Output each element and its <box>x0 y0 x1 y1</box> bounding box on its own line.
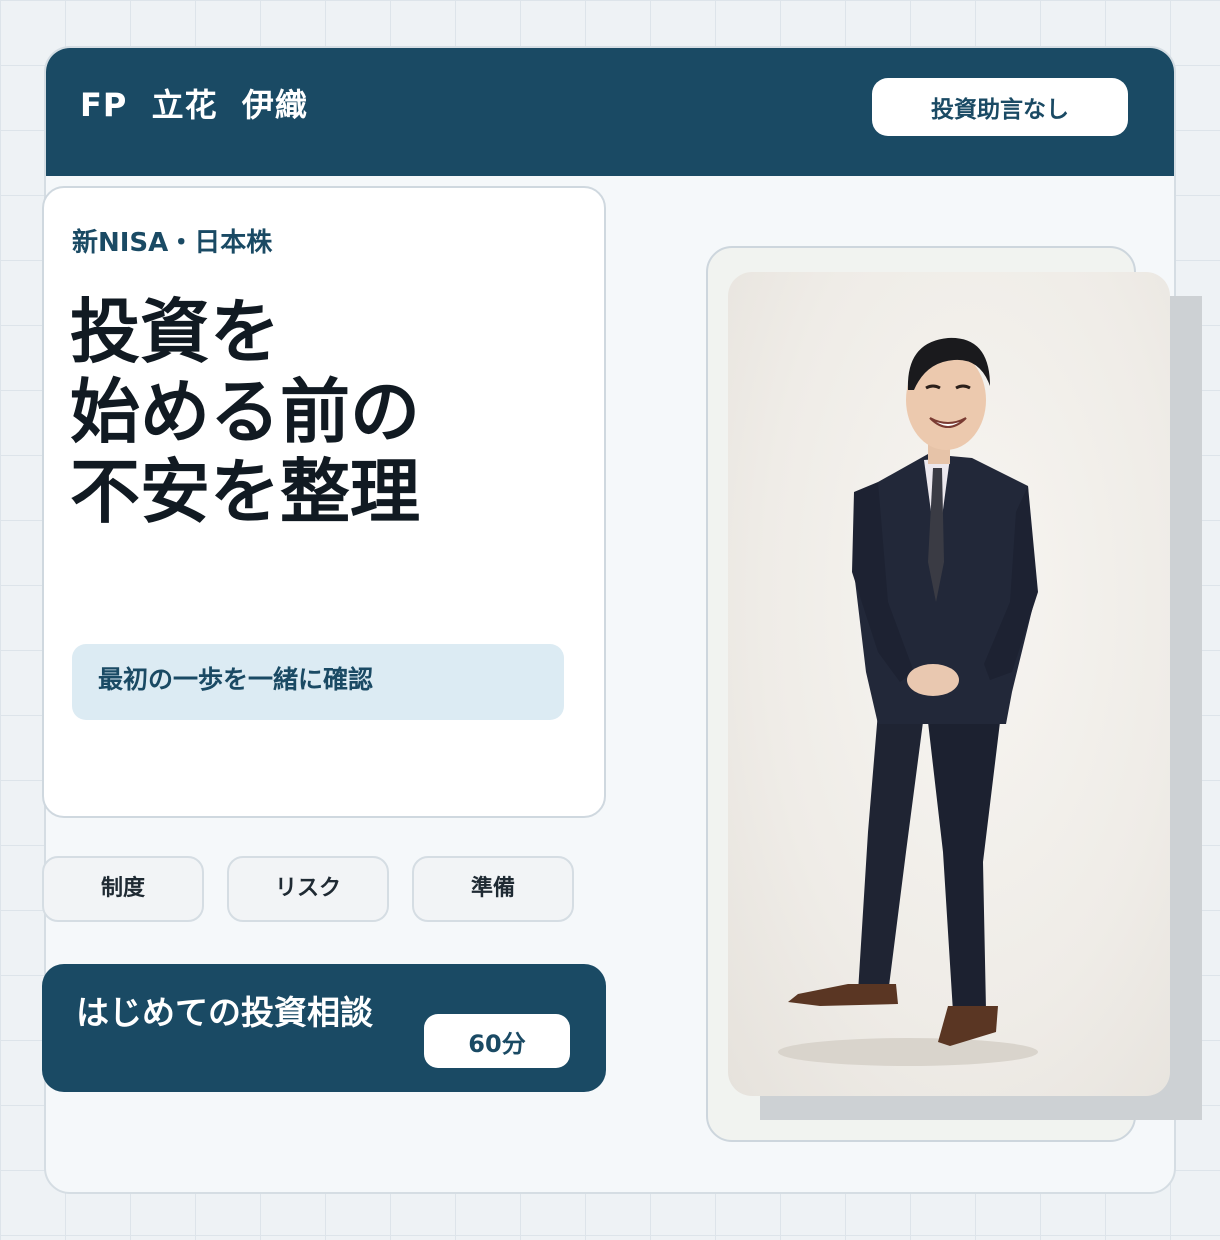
tag-risk[interactable]: リスク <box>227 856 389 922</box>
hero-title-line: 始める前の <box>70 371 420 453</box>
header-bar: FP 立花 伊織 投資助言なし <box>46 48 1174 176</box>
hero-title-line: 不安を整理 <box>70 451 420 533</box>
tag-system[interactable]: 制度 <box>42 856 204 922</box>
no-advice-badge: 投資助言なし <box>872 78 1128 136</box>
advisor-figure <box>778 337 1038 1066</box>
hero-panel: 新NISA・日本株 投資を 始める前の 不安を整理 最初の一歩を一緒に確認 <box>42 186 606 818</box>
hero-title-line: 投資を <box>70 291 280 373</box>
consultation-label: はじめての投資相談 <box>76 993 373 1032</box>
tag-preparation[interactable]: 準備 <box>412 856 574 922</box>
consultation-cta[interactable]: はじめての投資相談 60分 <box>42 964 606 1092</box>
topic-kicker: 新NISA・日本株 <box>72 228 273 258</box>
advisor-name: FP 立花 伊織 <box>80 86 308 124</box>
duration-badge: 60分 <box>424 1014 570 1068</box>
advisor-photo <box>728 272 1170 1096</box>
hero-title: 投資を 始める前の 不安を整理 <box>70 292 420 532</box>
first-step-pill: 最初の一歩を一緒に確認 <box>72 644 564 720</box>
